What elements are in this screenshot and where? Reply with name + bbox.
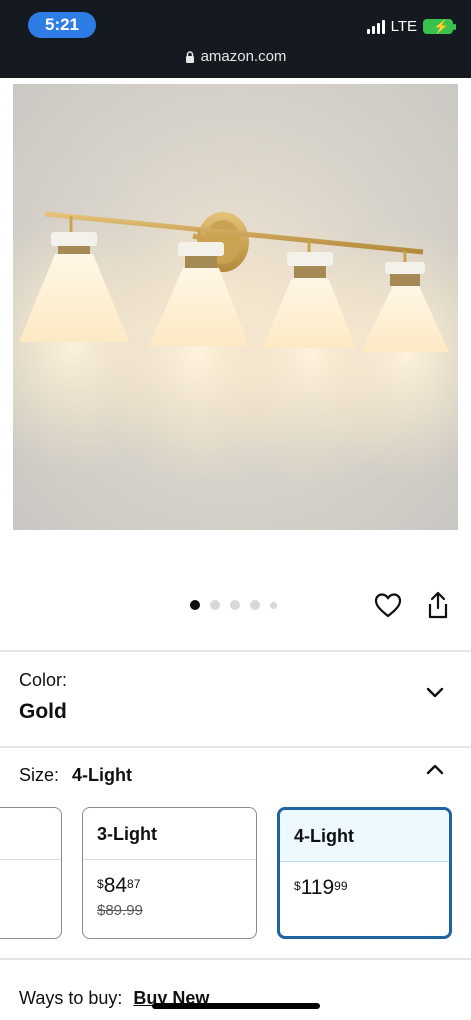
carousel-dot[interactable] [210,600,220,610]
image-carousel-dots[interactable] [190,600,277,610]
size-label: Size: [19,765,60,785]
status-time: 5:21 [28,12,96,38]
size-header[interactable]: Size: 4-Light [19,765,132,786]
size-option-card[interactable] [0,807,62,939]
share-icon[interactable] [426,591,450,619]
carousel-dot[interactable] [230,600,240,610]
size-option-price: $ 84 87 [97,874,141,897]
divider [0,746,471,748]
divider [0,958,471,960]
product-image[interactable] [13,84,458,530]
vanity-light-fixture-image [13,211,458,484]
heart-icon[interactable] [374,592,402,618]
list-price: $89.99 [97,902,143,919]
color-label: Color: [19,670,68,690]
size-value: 4-Light [72,765,133,785]
size-option-name [0,808,61,860]
signal-icon [366,19,385,34]
network-label: LTE [390,18,417,35]
size-option-name: 3-Light [83,808,256,860]
battery-charging-icon: ⚡ [423,19,456,34]
status-indicators: LTE ⚡ [366,18,456,35]
size-option-card[interactable]: 3-Light $ 84 87 $89.99 [82,807,257,939]
url-text: amazon.com [200,48,287,65]
status-bar: 5:21 LTE ⚡ amazon.com [0,0,471,78]
chevron-up-icon[interactable] [425,762,445,776]
size-option-price: $ 119 99 [294,876,348,899]
url-bar[interactable]: amazon.com [0,48,471,65]
color-value: Gold [19,700,67,723]
size-option-name: 4-Light [280,810,449,862]
carousel-dot[interactable] [250,600,260,610]
ways-to-buy-label: Ways to buy: [19,988,123,1008]
carousel-dot[interactable] [270,601,277,609]
chevron-down-icon[interactable] [425,686,445,700]
lock-icon [185,50,194,63]
carousel-dot[interactable] [190,600,200,610]
home-indicator[interactable] [152,1003,320,1009]
size-option-card-selected[interactable]: 4-Light $ 119 99 [277,807,452,939]
divider [0,650,471,652]
